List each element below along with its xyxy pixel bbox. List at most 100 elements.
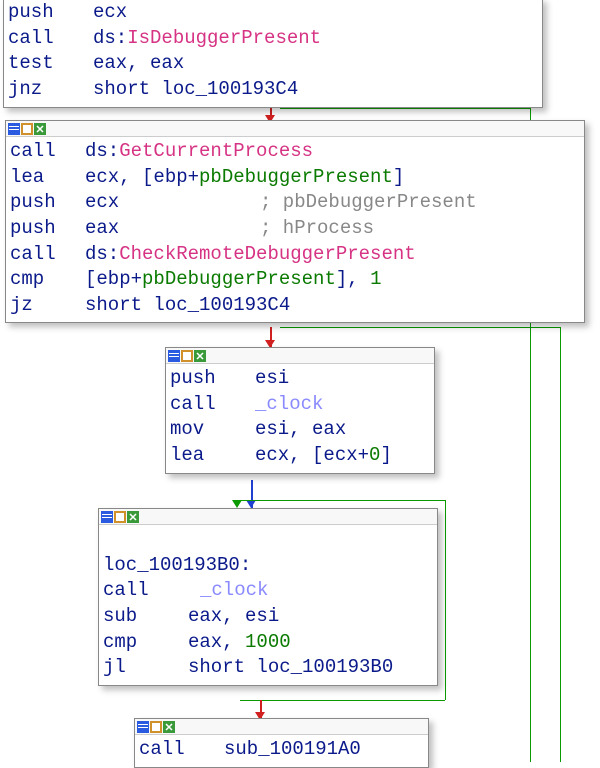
block-icon[interactable] xyxy=(163,721,175,733)
operand: eax, esi xyxy=(188,605,279,627)
mnemonic: lea xyxy=(10,165,85,191)
asm-line: leaecx, [ecx+0] xyxy=(170,443,430,469)
mnemonic: sub xyxy=(103,604,188,630)
block-icon[interactable] xyxy=(114,511,126,523)
code-body: pushesi call_clock movesi, eax leaecx, [… xyxy=(166,364,434,473)
lib-call[interactable]: _clock xyxy=(255,393,323,415)
operand[interactable]: short loc_100193C4 xyxy=(85,294,290,316)
api-call[interactable]: GetCurrentProcess xyxy=(119,140,313,162)
asm-line: pushecx; pbDebuggerPresent xyxy=(10,190,580,216)
edge-loop xyxy=(240,500,445,501)
block-toolbar xyxy=(6,121,584,137)
arrow-icon xyxy=(246,500,256,508)
block-icon[interactable] xyxy=(137,721,149,733)
asm-line: cmpeax, 1000 xyxy=(103,630,433,656)
number: 0 xyxy=(369,444,380,466)
block-toolbar xyxy=(99,509,437,525)
edge-loop xyxy=(445,500,446,700)
mnemonic: call xyxy=(10,242,85,268)
mnemonic: call xyxy=(103,578,200,604)
operand: esi xyxy=(255,367,289,389)
asm-line: call_clock xyxy=(170,392,430,418)
operand: [ebp+ xyxy=(85,268,142,290)
block-icon[interactable] xyxy=(168,350,180,362)
variable[interactable]: pbDebuggerPresent xyxy=(199,166,393,188)
disasm-block-remote-debugger[interactable]: callds:GetCurrentProcess leaecx, [ebp+pb… xyxy=(5,120,585,323)
asm-line: call_clock xyxy=(103,578,433,604)
block-icon[interactable] xyxy=(194,350,206,362)
lib-call[interactable]: _clock xyxy=(200,579,268,601)
variable[interactable]: pbDebuggerPresent xyxy=(142,268,336,290)
operand: ecx, [ecx+ xyxy=(255,444,369,466)
asm-line: callds:CheckRemoteDebuggerPresent xyxy=(10,242,580,268)
mnemonic: jnz xyxy=(8,77,93,103)
operand: ds: xyxy=(85,243,119,265)
operand: ] xyxy=(380,444,391,466)
block-icon[interactable] xyxy=(101,511,113,523)
mnemonic: push xyxy=(10,216,85,242)
asm-line: jzshort loc_100193C4 xyxy=(10,293,580,319)
operand: eax, xyxy=(188,631,245,653)
number: 1000 xyxy=(245,631,291,653)
asm-line: jlshort loc_100193B0 xyxy=(103,655,433,681)
asm-line xyxy=(103,527,433,553)
api-call[interactable]: CheckRemoteDebuggerPresent xyxy=(119,243,415,265)
block-label[interactable]: loc_100193B0: xyxy=(103,553,433,579)
asm-line: pusheax; hProcess xyxy=(10,216,580,242)
edge-true xyxy=(280,327,560,328)
asm-line: subeax, esi xyxy=(103,604,433,630)
asm-line: callsub_100191A0 xyxy=(139,737,424,763)
mnemonic: lea xyxy=(170,443,255,469)
number: 1 xyxy=(370,268,381,290)
operand: ds: xyxy=(93,27,127,49)
mnemonic: mov xyxy=(170,417,255,443)
block-toolbar xyxy=(166,348,434,364)
block-toolbar xyxy=(135,719,428,735)
block-icon[interactable] xyxy=(127,511,139,523)
operand: ecx xyxy=(93,1,127,23)
asm-line: pushesi xyxy=(170,366,430,392)
mnemonic: push xyxy=(10,190,85,216)
asm-line: callds:IsDebuggerPresent xyxy=(8,26,538,52)
mnemonic: cmp xyxy=(10,267,85,293)
block-icon[interactable] xyxy=(181,350,193,362)
asm-line: jnzshort loc_100193C4 xyxy=(8,77,538,103)
edge-true xyxy=(280,108,530,109)
block-icon[interactable] xyxy=(8,123,20,135)
asm-line: cmp[ebp+pbDebuggerPresent], 1 xyxy=(10,267,580,293)
code-body: callds:GetCurrentProcess leaecx, [ebp+pb… xyxy=(6,137,584,322)
asm-line: callds:GetCurrentProcess xyxy=(10,139,580,165)
operand: esi, eax xyxy=(255,418,346,440)
operand: eax xyxy=(85,216,260,242)
block-icon[interactable] xyxy=(21,123,33,135)
mnemonic: jz xyxy=(10,293,85,319)
operand: eax, eax xyxy=(93,52,184,74)
operand: ds: xyxy=(85,140,119,162)
edge-true xyxy=(560,327,561,762)
disasm-block-entry[interactable]: pushecx callds:IsDebuggerPresent testeax… xyxy=(3,0,543,108)
mnemonic: call xyxy=(139,737,224,763)
api-call[interactable]: IsDebuggerPresent xyxy=(127,27,321,49)
mnemonic: call xyxy=(8,26,93,52)
operand[interactable]: short loc_100193B0 xyxy=(188,656,393,678)
operand[interactable]: short loc_100193C4 xyxy=(93,78,298,100)
block-icon[interactable] xyxy=(34,123,46,135)
disasm-block-clock-loop[interactable]: loc_100193B0: call_clock subeax, esi cmp… xyxy=(98,508,438,686)
code-body: loc_100193B0: call_clock subeax, esi cmp… xyxy=(99,525,437,685)
asm-line: pushecx xyxy=(8,0,538,26)
comment: ; hProcess xyxy=(260,217,374,239)
operand: ecx, [ebp+ xyxy=(85,166,199,188)
operand: ] xyxy=(393,166,404,188)
edge-loop xyxy=(240,700,445,701)
mnemonic: push xyxy=(170,366,255,392)
asm-line: movesi, eax xyxy=(170,417,430,443)
disasm-block-clock-init[interactable]: pushesi call_clock movesi, eax leaecx, [… xyxy=(165,347,435,474)
operand[interactable]: sub_100191A0 xyxy=(224,738,361,760)
mnemonic: push xyxy=(8,0,93,26)
disasm-block-call-sub[interactable]: callsub_100191A0 xyxy=(134,718,429,768)
code-body: pushecx callds:IsDebuggerPresent testeax… xyxy=(4,0,542,107)
block-icon[interactable] xyxy=(150,721,162,733)
comment: ; pbDebuggerPresent xyxy=(260,191,477,213)
mnemonic: call xyxy=(10,139,85,165)
mnemonic: call xyxy=(170,392,255,418)
